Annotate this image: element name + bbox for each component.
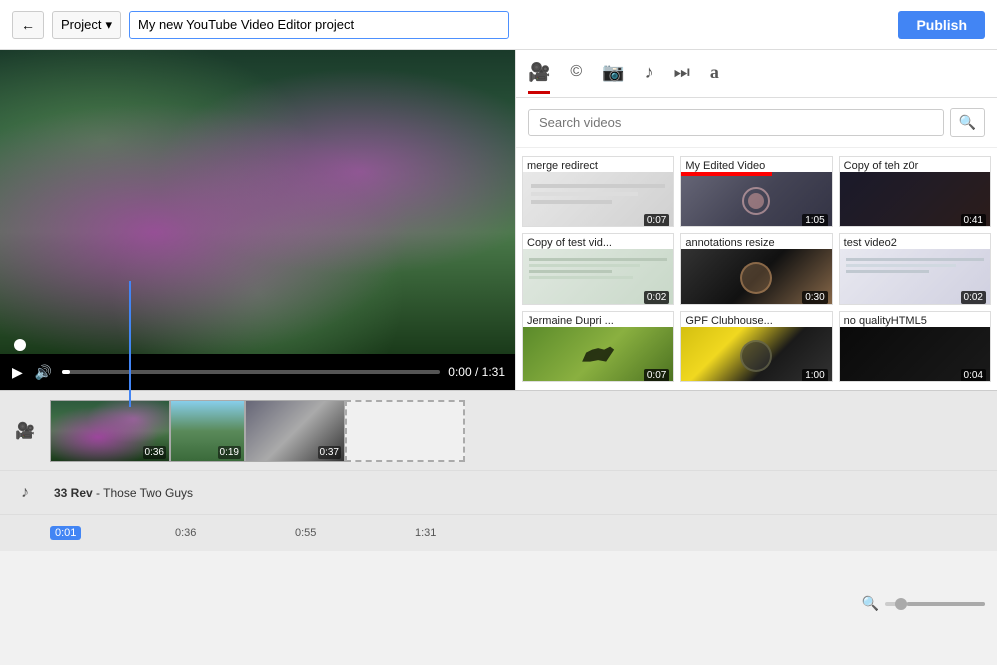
audio-title: Those Two Guys	[103, 486, 193, 500]
dropdown-arrow: ▾	[105, 17, 112, 33]
progress-bar-small	[681, 172, 771, 176]
preview-panel: ▶ 🔊 0:00 / 1:31	[0, 50, 515, 390]
thumb-image: 0:07	[523, 327, 673, 382]
thumb-title: Jermaine Dupri ...	[523, 312, 673, 327]
clip-person[interactable]: 0:37	[245, 400, 345, 462]
video-thumb-copy-teh-z0r[interactable]: Copy of teh z0r 0:41	[839, 156, 991, 227]
project-label: Project	[61, 17, 101, 32]
play-button[interactable]: ▶	[10, 362, 25, 383]
zoom-controls: 🔍	[862, 595, 985, 612]
clip-city[interactable]: 0:19	[170, 400, 245, 462]
timecode-row: 0:01 0:36 0:55 1:31	[0, 515, 997, 551]
video-playhead	[14, 339, 26, 351]
thumb-image: 0:41	[840, 172, 990, 227]
video-thumb-annotations[interactable]: annotations resize 0:30	[680, 233, 832, 304]
video-frame	[0, 50, 515, 354]
video-thumb-jermaine[interactable]: Jermaine Dupri ... 0:07	[522, 311, 674, 382]
thumb-image: 1:00	[681, 327, 831, 382]
thumb-image: 0:02	[840, 249, 990, 304]
thumb-image: 0:30	[681, 249, 831, 304]
thumb-duration: 0:02	[644, 291, 669, 304]
tab-transitions[interactable]: ⏭	[674, 62, 690, 94]
audio-label: 33 Rev - Those Two Guys	[50, 486, 997, 500]
time-display: 0:00 / 1:31	[448, 365, 505, 379]
thumb-title: GPF Clubhouse...	[681, 312, 831, 327]
thumb-title: merge redirect	[523, 157, 673, 172]
video-display	[0, 50, 515, 354]
bottom-section: 🎥 0:36 0:19 0:37 ♪ 33 Rev - Those Two Gu…	[0, 390, 997, 620]
clip-duration: 0:37	[318, 446, 341, 459]
tab-text[interactable]: a	[710, 62, 719, 94]
video-clips-container: 0:36 0:19 0:37	[50, 391, 997, 470]
video-controls: ▶ 🔊 0:00 / 1:31	[0, 354, 515, 390]
video-thumb-gpf[interactable]: GPF Clubhouse... 1:00	[680, 311, 832, 382]
project-title-input[interactable]	[129, 11, 509, 39]
thumb-duration: 0:07	[644, 214, 669, 227]
playhead-line	[129, 281, 131, 407]
thumb-image: 0:07	[523, 172, 673, 227]
topbar: ← Project ▾ Publish	[0, 0, 997, 50]
video-thumb-merge-redirect[interactable]: merge redirect 0:07	[522, 156, 674, 227]
tab-captions[interactable]: ©	[570, 63, 582, 92]
zoom-out-icon[interactable]: 🔍	[862, 595, 879, 612]
audio-track-row: ♪ 33 Rev - Those Two Guys	[0, 471, 997, 515]
search-button[interactable]: 🔍	[950, 108, 985, 137]
thumb-title: Copy of test vid...	[523, 234, 673, 249]
zoom-handle	[895, 598, 907, 610]
tab-camera[interactable]: 📷	[602, 62, 624, 94]
thumb-duration: 0:07	[644, 369, 669, 382]
video-track-icon: 🎥	[0, 421, 50, 441]
project-dropdown[interactable]: Project ▾	[52, 11, 121, 39]
thumb-duration: 1:05	[802, 214, 827, 227]
thumb-title: no qualityHTML5	[840, 312, 990, 327]
timecode-1:31: 1:31	[415, 527, 436, 539]
thumb-image: 1:05	[681, 172, 831, 227]
mute-button[interactable]: 🔊	[33, 362, 54, 383]
tab-music[interactable]: ♪	[645, 62, 654, 94]
audio-artist: 33 Rev	[54, 486, 93, 500]
timecode-0:36: 0:36	[175, 527, 196, 539]
thumb-title: test video2	[840, 234, 990, 249]
video-thumb-my-edited-video[interactable]: My Edited Video 1:05	[680, 156, 832, 227]
media-panel: 🎥 © 📷 ♪ ⏭ a 🔍 merge redirect	[515, 50, 997, 390]
media-tabs: 🎥 © 📷 ♪ ⏭ a	[516, 50, 997, 98]
clip-duration: 0:19	[218, 446, 241, 459]
video-thumb-noqhtml5[interactable]: no qualityHTML5 0:04	[839, 311, 991, 382]
thumb-image: 0:04	[840, 327, 990, 382]
back-button[interactable]: ←	[12, 11, 44, 39]
thumb-title: annotations resize	[681, 234, 831, 249]
main-layout: ▶ 🔊 0:00 / 1:31 🎥 © 📷 ♪ ⏭ a 🔍	[0, 50, 997, 390]
tab-video[interactable]: 🎥	[528, 62, 550, 94]
thumb-duration: 0:04	[961, 369, 986, 382]
thumb-duration: 1:00	[802, 369, 827, 382]
thumb-image: 0:02	[523, 249, 673, 304]
clip-drop-zone[interactable]	[345, 400, 465, 462]
zoom-slider[interactable]	[885, 602, 985, 606]
audio-track-icon: ♪	[0, 484, 50, 502]
publish-button[interactable]: Publish	[898, 11, 985, 39]
search-area: 🔍	[516, 98, 997, 148]
thumb-duration: 0:30	[802, 291, 827, 304]
thumb-duration: 0:02	[961, 291, 986, 304]
search-input[interactable]	[528, 109, 944, 136]
progress-bar[interactable]	[62, 370, 440, 374]
video-track-row: 🎥 0:36 0:19 0:37	[0, 391, 997, 471]
video-thumb-copy-test[interactable]: Copy of test vid... 0:02	[522, 233, 674, 304]
clip-duration: 0:36	[143, 446, 166, 459]
thumb-title: Copy of teh z0r	[840, 157, 990, 172]
progress-fill	[62, 370, 70, 374]
thumb-title: My Edited Video	[681, 157, 831, 172]
video-grid: merge redirect 0:07 My Edited Video	[516, 148, 997, 390]
video-thumb-test-video2[interactable]: test video2 0:02	[839, 233, 991, 304]
thumb-duration: 0:41	[961, 214, 986, 227]
clip-flowers[interactable]: 0:36	[50, 400, 170, 462]
timecode-0:55: 0:55	[295, 527, 316, 539]
timecode-current: 0:01	[50, 526, 81, 540]
